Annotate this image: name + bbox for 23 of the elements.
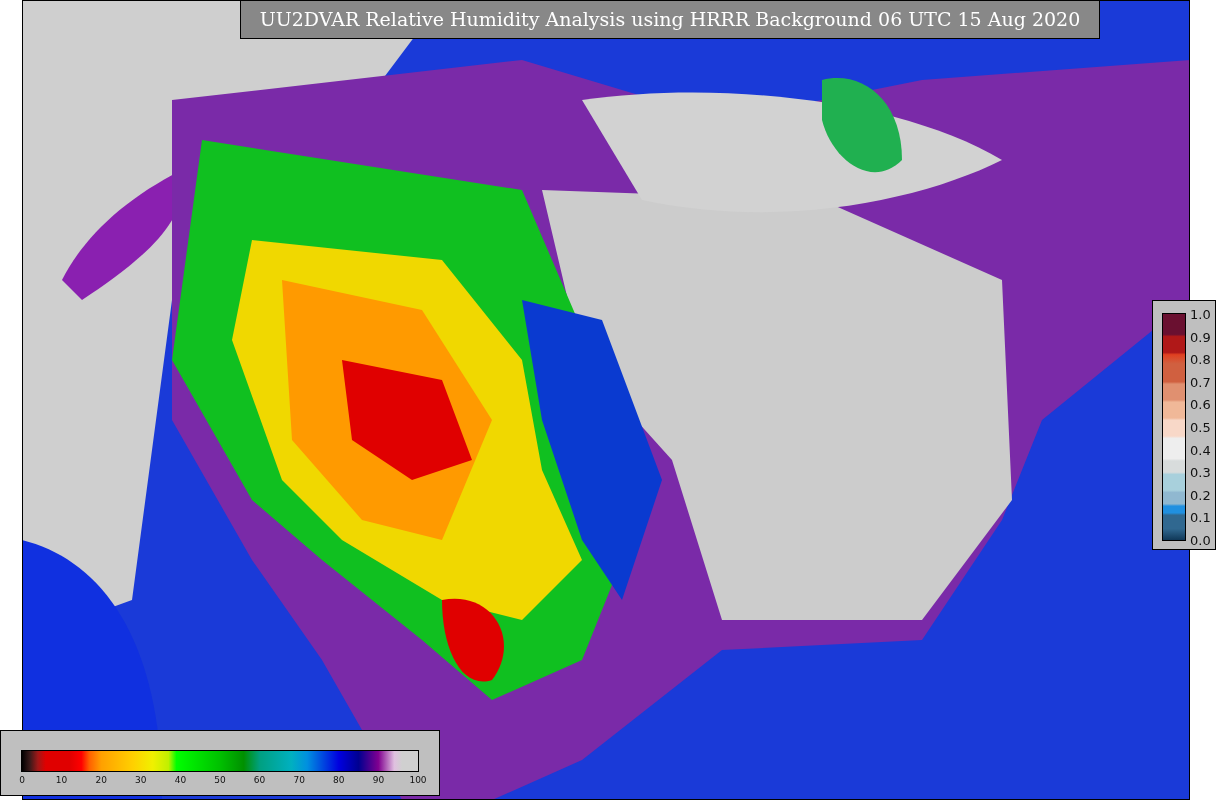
tick-label: 0.8	[1190, 351, 1211, 367]
tick-label: 0.6	[1190, 396, 1211, 412]
tick-label: 80	[333, 775, 345, 785]
tick-label: 60	[253, 775, 266, 785]
tick-label: 0.7	[1190, 374, 1211, 390]
tick-label: 70	[293, 775, 305, 785]
tick-label: 40	[174, 775, 187, 785]
tick-label: 0.0	[1190, 532, 1211, 548]
tick-label: 0.9	[1190, 329, 1211, 345]
tick-label: 0.1	[1190, 509, 1211, 525]
map-title: UU2DVAR Relative Humidity Analysis using HRRR Background 06 UTC 15 Aug 2020	[240, 0, 1100, 39]
tick-label: 100	[409, 775, 427, 785]
tick-label: 30	[135, 775, 147, 785]
tick-label: 1.0	[1190, 306, 1211, 322]
tick-label: 50	[214, 775, 226, 785]
tick-label: 10	[55, 775, 68, 785]
tick-label: 0.5	[1190, 419, 1211, 435]
tick-label: 0.3	[1190, 464, 1211, 480]
tick-label: 0.4	[1190, 442, 1211, 458]
tick-label: 20	[95, 775, 107, 785]
tick-label: 90	[372, 775, 385, 785]
tick-label: 0	[19, 775, 25, 785]
tick-label: 0.2	[1190, 487, 1211, 503]
